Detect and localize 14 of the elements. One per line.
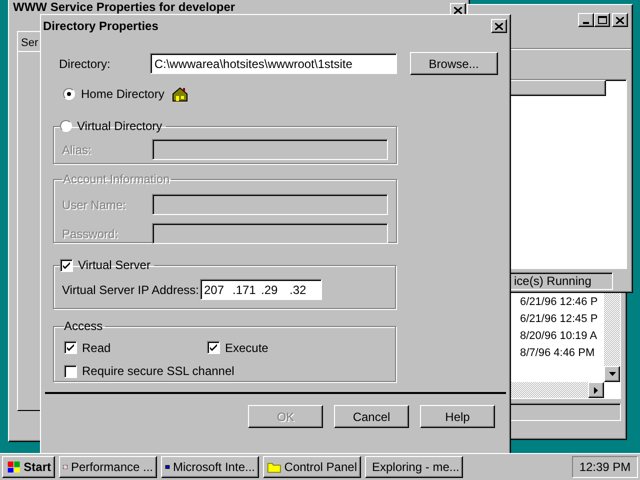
- field-label: Virtual Server IP Address:: [62, 282, 200, 298]
- clock: 12:39 PM: [572, 456, 638, 478]
- window-title: WWW Service Properties for developer: [13, 1, 236, 14]
- checkbox-label: Read: [82, 340, 111, 356]
- radio-label: Home Directory: [81, 86, 164, 103]
- group-title: Access: [64, 318, 104, 335]
- field-label: Password:: [62, 226, 120, 242]
- checkbox-label: Execute: [225, 340, 268, 356]
- field-label: Alias:: [62, 142, 92, 158]
- checkbox-label: Require secure SSL channel: [82, 363, 234, 380]
- checkbox-label: Virtual Server: [78, 257, 150, 274]
- radio-label: Virtual Directory: [77, 118, 162, 135]
- field-label: User Name:: [62, 196, 128, 214]
- field-label: Directory:: [58, 56, 112, 72]
